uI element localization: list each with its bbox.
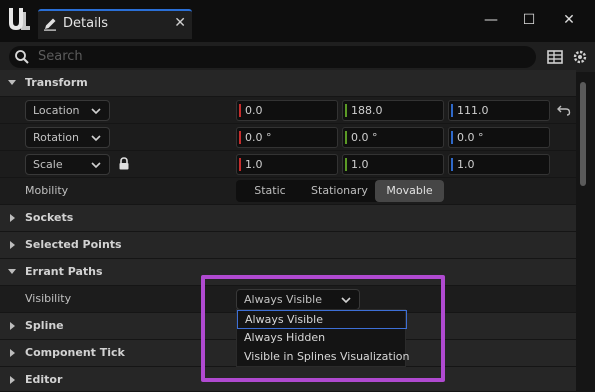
z-axis-bar [451, 104, 453, 117]
reset-to-default-icon[interactable] [557, 103, 571, 117]
rotation-x-field[interactable]: 0.0 ° [236, 127, 338, 148]
expanded-arrow-icon [8, 269, 16, 274]
category-label: Sockets [25, 211, 74, 224]
pencil-icon [44, 18, 56, 31]
expanded-arrow-icon [8, 80, 16, 85]
scale-row: Scale 1.0 1.0 1.0 [0, 151, 576, 178]
scale-mode-dropdown[interactable]: Scale [25, 154, 110, 175]
chevron-down-icon [91, 108, 101, 115]
y-axis-bar [345, 131, 347, 144]
x-axis-bar [239, 131, 241, 144]
rotation-row: Rotation 0.0 ° 0.0 ° 0.0 ° [0, 124, 576, 151]
visibility-label: Visibility [25, 292, 72, 305]
y-axis-bar [345, 158, 347, 171]
search-placeholder: Search [38, 49, 83, 64]
location-row: Location 0.0 188.0 111.0 [0, 97, 576, 124]
collapsed-arrow-icon [10, 376, 15, 384]
location-y-field[interactable]: 188.0 [342, 100, 444, 121]
chevron-down-icon [91, 135, 101, 142]
tab-title: Details [63, 16, 109, 31]
mobility-stationary-option[interactable]: Stationary [304, 180, 375, 202]
category-selected-points[interactable]: Selected Points [0, 232, 576, 259]
rotation-z-field[interactable]: 0.0 ° [448, 127, 550, 148]
collapsed-arrow-icon [10, 322, 15, 330]
category-sockets[interactable]: Sockets [0, 205, 576, 232]
highlight-annotation-box [201, 275, 445, 382]
search-input[interactable]: Search [9, 46, 536, 68]
close-tab-icon[interactable]: ✕ [174, 15, 186, 31]
x-axis-bar [239, 158, 241, 171]
collapsed-arrow-icon [10, 349, 15, 357]
category-label: Component Tick [25, 346, 125, 359]
tab-details[interactable]: Details ✕ [38, 9, 192, 39]
mobility-label: Mobility [25, 184, 69, 197]
scale-y-field[interactable]: 1.0 [342, 154, 444, 175]
settings-gear-icon[interactable] [571, 48, 589, 66]
category-label: Errant Paths [25, 265, 103, 278]
scale-z-field[interactable]: 1.0 [448, 154, 550, 175]
category-label: Spline [25, 319, 64, 332]
location-x-field[interactable]: 0.0 [236, 100, 338, 121]
mobility-static-option[interactable]: Static [236, 180, 304, 202]
z-axis-bar [451, 131, 453, 144]
x-axis-bar [239, 104, 241, 117]
category-label: Transform [25, 76, 88, 89]
scale-x-field[interactable]: 1.0 [236, 154, 338, 175]
location-mode-dropdown[interactable]: Location [25, 100, 110, 121]
maximize-icon[interactable]: ☐ [516, 10, 542, 30]
location-z-field[interactable]: 111.0 [448, 100, 550, 121]
category-label: Editor [25, 373, 63, 386]
chevron-down-icon [91, 162, 101, 169]
vertical-scrollbar[interactable] [580, 82, 586, 186]
rotation-mode-dropdown[interactable]: Rotation [25, 127, 110, 148]
minimize-icon[interactable]: — [478, 10, 504, 30]
category-transform[interactable]: Transform [0, 70, 576, 97]
z-axis-bar [451, 158, 453, 171]
title-bar: Details ✕ — ☐ ✕ [0, 0, 595, 42]
y-axis-bar [345, 104, 347, 117]
lock-icon[interactable] [118, 157, 130, 170]
category-label: Selected Points [25, 238, 122, 251]
mobility-segmented-control: Static Stationary Movable [236, 180, 444, 202]
collapsed-arrow-icon [10, 214, 15, 222]
close-window-icon[interactable]: ✕ [556, 10, 582, 30]
rotation-y-field[interactable]: 0.0 ° [342, 127, 444, 148]
collapsed-arrow-icon [10, 241, 15, 249]
search-icon [15, 50, 29, 64]
property-matrix-icon[interactable] [546, 48, 564, 66]
unreal-engine-logo-icon [9, 8, 30, 30]
mobility-movable-option[interactable]: Movable [375, 180, 444, 202]
